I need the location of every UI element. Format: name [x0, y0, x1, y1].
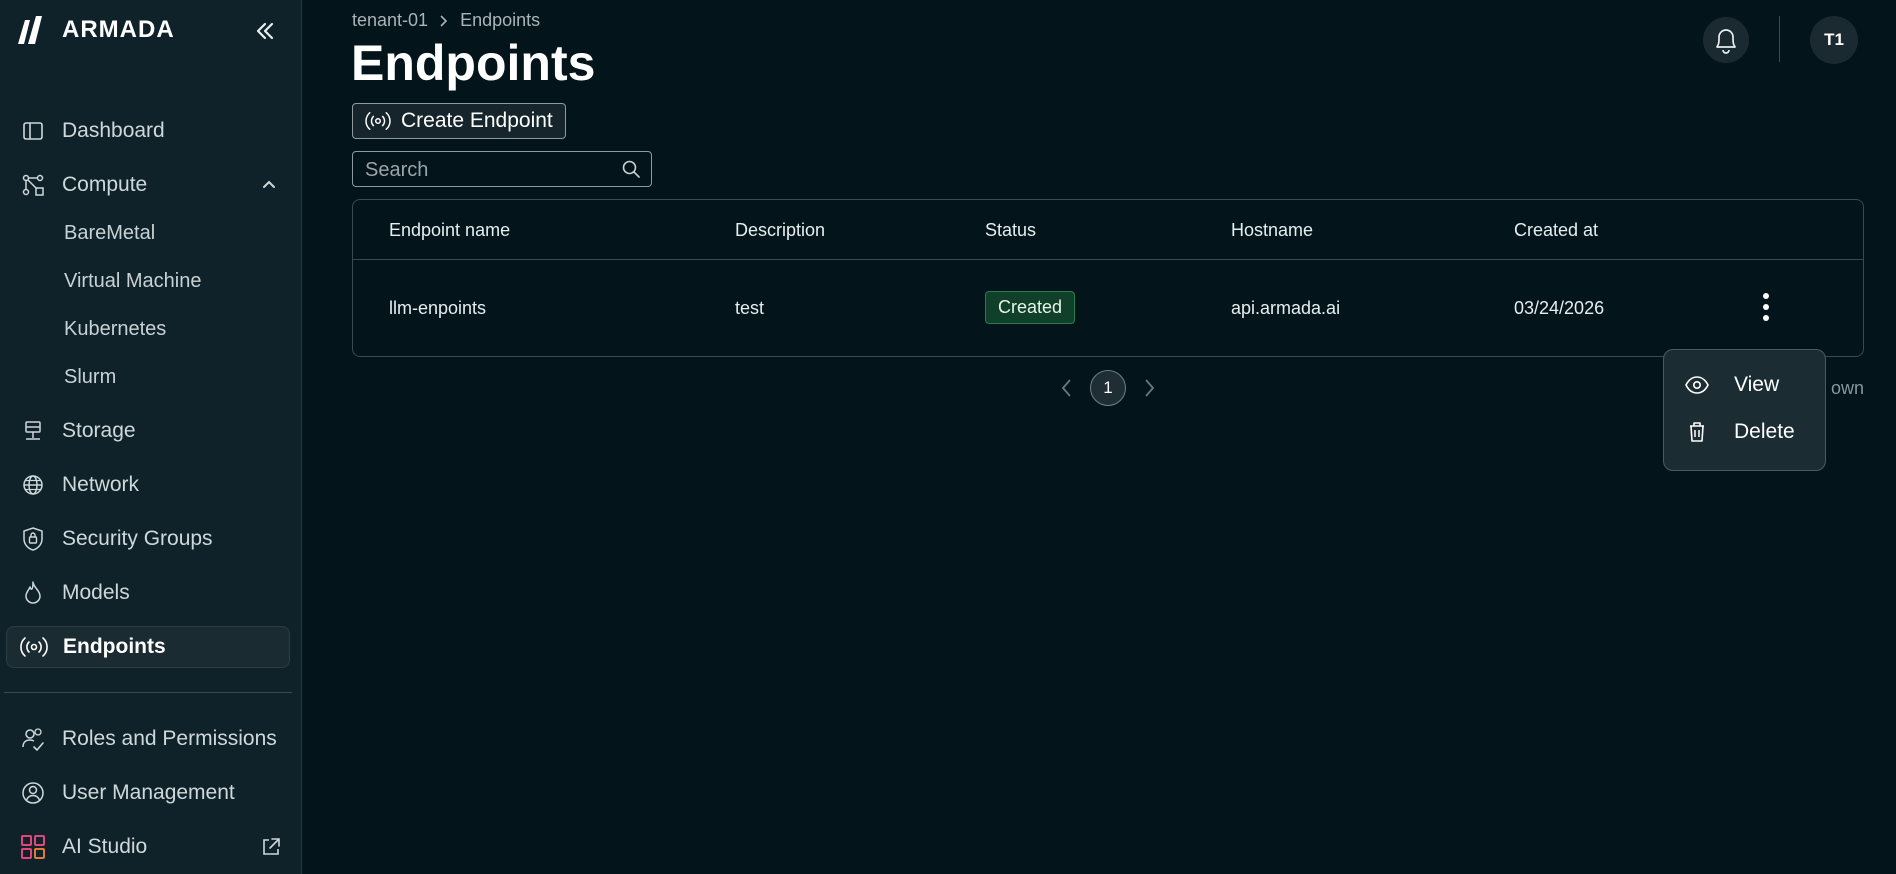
breadcrumb: tenant-01 Endpoints [352, 10, 540, 31]
column-header-created-at[interactable]: Created at [1514, 220, 1598, 241]
notifications-button[interactable] [1703, 17, 1749, 63]
layout-icon [18, 116, 48, 146]
chevron-up-icon [263, 180, 275, 188]
users-check-icon [18, 724, 48, 754]
cell-hostname: api.armada.ai [1231, 298, 1341, 318]
sidebar-item-label: Dashboard [62, 119, 165, 142]
collapse-sidebar-button[interactable] [250, 16, 280, 46]
sidebar-item-label: User Management [62, 781, 235, 804]
chevron-right-icon[interactable] [1140, 376, 1158, 400]
header-divider [1779, 16, 1780, 62]
sidebar-item-dashboard[interactable]: Dashboard [6, 111, 290, 151]
sidebar-item-label: Endpoints [63, 635, 166, 658]
eye-icon [1685, 376, 1709, 394]
cell-created-at: 03/24/2026 [1514, 298, 1605, 318]
sidebar-divider [4, 692, 292, 693]
menu-item-label: View [1734, 373, 1780, 396]
broadcast-icon [365, 112, 391, 130]
sidebar-item-label: Models [62, 581, 130, 604]
column-header-description[interactable]: Description [735, 220, 825, 241]
rows-shown-text: own [1830, 378, 1864, 398]
armada-logo-icon [18, 16, 42, 44]
search-box [352, 151, 652, 188]
column-header-status[interactable]: Status [985, 220, 1036, 241]
search-input[interactable] [353, 152, 607, 188]
sidebar-item-ai-studio[interactable]: AI Studio [6, 827, 290, 867]
kebab-dot-icon [1763, 293, 1769, 299]
menu-item-label: Delete [1734, 420, 1795, 443]
pagination: 1 [1058, 370, 1158, 406]
bell-icon [1716, 29, 1736, 54]
sidebar-item-label: AI Studio [62, 835, 148, 858]
kebab-dot-icon [1763, 304, 1769, 310]
globe-icon [18, 470, 48, 500]
shield-lock-icon [18, 524, 48, 554]
table-header-divider [353, 259, 1863, 260]
brand-name: ARMADA [62, 16, 175, 43]
sidebar: ARMADA Dashboard Compute BareMetal Virtu… [0, 0, 302, 874]
status-badge: Created [985, 291, 1076, 324]
cell-description: test [735, 298, 765, 318]
row-actions-menu-button[interactable] [1753, 290, 1779, 324]
row-context-menu: View Delete [1663, 349, 1826, 471]
create-endpoint-label: Create Endpoint [401, 109, 553, 132]
sidebar-item-models[interactable]: Models [6, 573, 290, 613]
broadcast-icon [19, 632, 49, 662]
trash-icon [1690, 422, 1704, 442]
sidebar-item-roles-and-permissions[interactable]: Roles and Permissions [6, 719, 290, 759]
sidebar-item-compute[interactable]: Compute [6, 165, 290, 205]
breadcrumb-tenant[interactable]: tenant-01 [352, 10, 428, 31]
sidebar-item-network[interactable]: Network [6, 465, 290, 505]
double-chevron-left-icon [256, 22, 274, 40]
sidebar-subitem-slurm[interactable]: Slurm [64, 366, 116, 389]
grid-apps-icon [18, 832, 48, 862]
column-header-endpoint-name[interactable]: Endpoint name [389, 220, 510, 241]
menu-item-view[interactable]: View [1684, 373, 1779, 397]
sidebar-item-label: Network [62, 473, 140, 496]
page-number-button[interactable]: 1 [1090, 370, 1126, 406]
sidebar-item-label: Compute [62, 173, 148, 196]
storage-icon [18, 416, 48, 446]
sidebar-item-endpoints[interactable]: Endpoints [6, 626, 290, 668]
sidebar-item-security-groups[interactable]: Security Groups [6, 519, 290, 559]
kebab-dot-icon [1763, 315, 1769, 321]
flame-icon [18, 578, 48, 608]
search-icon[interactable] [621, 159, 641, 179]
sidebar-item-label: Security Groups [62, 527, 213, 550]
chevron-left-icon[interactable] [1058, 376, 1076, 400]
sidebar-item-storage[interactable]: Storage [6, 411, 290, 451]
sidebar-item-label: Roles and Permissions [62, 727, 277, 750]
user-gear-icon [18, 778, 48, 808]
sidebar-item-label: Storage [62, 419, 136, 442]
column-header-hostname[interactable]: Hostname [1231, 220, 1313, 241]
page-title: Endpoints [351, 35, 596, 91]
endpoints-table: Endpoint name Description Status Hostnam… [352, 199, 1864, 357]
avatar[interactable]: T1 [1810, 16, 1858, 64]
sidebar-item-user-management[interactable]: User Management [6, 773, 290, 813]
chevron-right-icon [440, 14, 448, 27]
sidebar-subitem-kubernetes[interactable]: Kubernetes [64, 318, 166, 341]
menu-item-delete[interactable]: Delete [1684, 420, 1795, 444]
external-link-icon [263, 838, 280, 855]
sidebar-subitem-virtual-machine[interactable]: Virtual Machine [64, 270, 201, 293]
sidebar-subitem-baremetal[interactable]: BareMetal [64, 222, 155, 245]
compute-nodes-icon [18, 170, 48, 200]
armada-logo[interactable]: ARMADA [16, 14, 175, 46]
create-endpoint-button[interactable]: Create Endpoint [352, 103, 566, 139]
cell-endpoint-name[interactable]: llm-enpoints [389, 298, 486, 319]
breadcrumb-current: Endpoints [460, 10, 541, 30]
